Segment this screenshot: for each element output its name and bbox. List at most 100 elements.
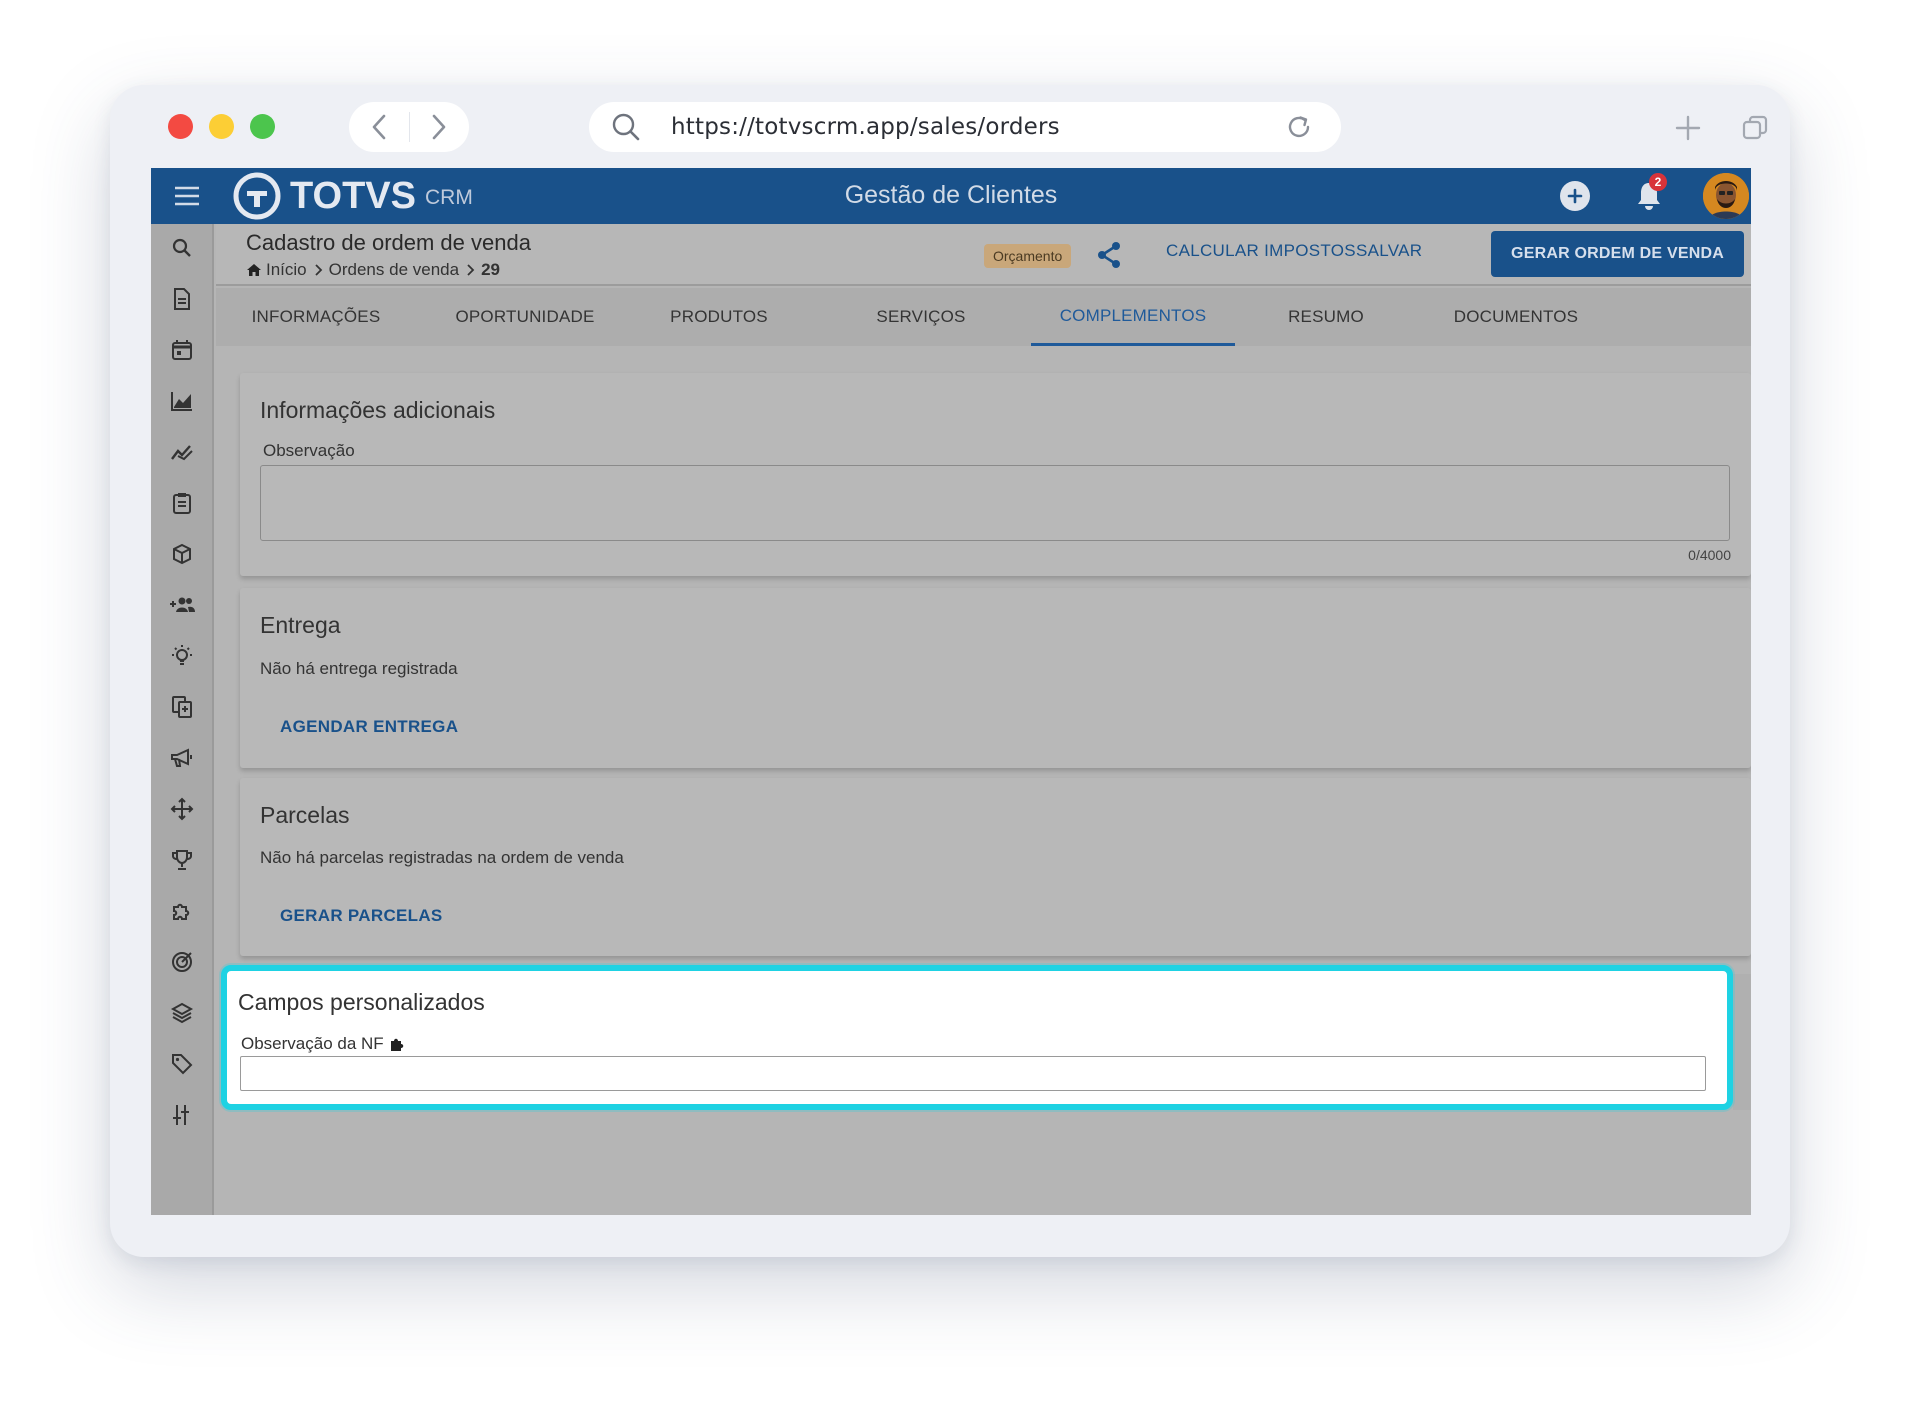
sidebar-settings[interactable] [167,1100,197,1130]
sidebar-analytics[interactable] [167,437,197,467]
brand-sub: CRM [425,186,473,209]
generate-installments-button[interactable]: GERAR PARCELAS [280,906,443,926]
nf-observation-label-text: Observação da NF [241,1034,384,1053]
calculate-taxes-button[interactable]: CALCULAR IMPOSTOS [1166,241,1356,261]
tabs-overview-button[interactable] [1738,111,1772,145]
clipboard-icon [173,493,191,514]
brand-name: TOTVS [290,174,416,217]
chevron-right-icon [467,264,475,276]
share-icon [1098,242,1120,268]
box-icon [173,543,191,565]
new-tab-button[interactable] [1671,111,1705,145]
delivery-title: Entrega [260,612,341,638]
forward-button[interactable] [410,102,470,152]
address-bar[interactable]: https://totvscrm.app/sales/orders [589,102,1341,152]
nf-observation-label: Observação da NF [241,1034,405,1054]
custom-fields-card: Campos personalizados Observação da NF [221,965,1733,1110]
hamburger-icon [175,186,199,206]
installments-title: Parcelas [260,802,350,828]
calendar-icon [172,340,192,360]
sidebar-contacts[interactable] [167,590,197,620]
page-title: Cadastro de ordem de venda [246,230,531,255]
settings-sliders-icon [173,1105,189,1125]
sidebar-ideas[interactable] [167,641,197,671]
sidebar-layers[interactable] [167,998,197,1028]
sidebar-targets[interactable] [167,947,197,977]
save-button[interactable]: SALVAR [1356,241,1422,261]
target-icon [172,952,192,972]
tab-produtos[interactable]: PRODUTOS [649,288,789,346]
custom-fields-card-edge [1733,974,1751,1110]
app-topbar: TOTVS CRM Gestão de Clientes 2 [151,168,1751,224]
reload-icon[interactable] [1285,113,1315,141]
add-group-icon [170,597,195,612]
sidebar-products[interactable] [167,539,197,569]
menu-button[interactable] [168,177,206,215]
share-button[interactable] [1094,240,1124,270]
copy-icon [172,696,192,718]
notifications-button[interactable]: 2 [1632,173,1667,213]
additional-info-title: Informações adicionais [260,397,496,423]
tab-informacoes[interactable]: INFORMAÇÕES [216,288,416,346]
breadcrumb-home[interactable]: Início [266,260,307,280]
sidebar [151,224,214,1215]
url-text: https://totvscrm.app/sales/orders [671,114,1060,140]
megaphone-icon [171,748,192,767]
chevron-right-icon [432,114,446,140]
installments-card: Parcelas Não há parcelas registradas na … [240,778,1751,956]
chevron-left-icon [372,114,386,140]
maximize-window-button[interactable] [250,114,275,139]
area-chart-icon [171,392,192,411]
search-icon [611,112,651,142]
tab-resumo[interactable]: RESUMO [1256,288,1396,346]
nf-observation-input[interactable] [240,1056,1706,1091]
minimize-window-button[interactable] [209,114,234,139]
tag-icon [172,1054,193,1075]
sidebar-tags[interactable] [167,1049,197,1079]
tabs-icon [1742,115,1768,140]
plus-icon [1567,188,1583,204]
trend-icon [171,445,193,461]
app-viewport: TOTVS CRM Gestão de Clientes 2 Cadastro … [151,168,1751,1215]
layers-icon [170,1002,194,1024]
sidebar-search[interactable] [167,233,197,263]
sidebar-calendar[interactable] [167,335,197,365]
history-nav [349,102,469,152]
back-button[interactable] [349,102,409,152]
document-icon [174,288,190,310]
custom-fields-title: Campos personalizados [238,989,485,1015]
tab-servicos[interactable]: SERVIÇOS [851,288,991,346]
puzzle-icon [390,1038,403,1051]
observation-textarea[interactable] [260,465,1730,541]
generate-order-button[interactable]: GERAR ORDEM DE VENDA [1491,231,1744,277]
breadcrumb-current: 29 [481,260,500,279]
avatar[interactable] [1703,173,1749,219]
observation-counter: 0/4000 [1688,547,1731,563]
sidebar-campaigns[interactable] [167,743,197,773]
sidebar-tasks[interactable] [167,488,197,518]
chevron-right-icon [315,264,322,276]
sidebar-reports[interactable] [167,386,197,416]
move-icon [170,797,194,821]
sidebar-integrations[interactable] [167,896,197,926]
delivery-card: Entrega Não há entrega registrada AGENDA… [240,588,1751,768]
app-logo[interactable]: TOTVS CRM [233,172,473,220]
notification-badge: 2 [1649,173,1667,191]
sidebar-documents[interactable] [167,284,197,314]
tab-oportunidade[interactable]: OPORTUNIDADE [431,288,619,346]
tab-documentos[interactable]: DOCUMENTOS [1431,288,1601,346]
tab-bar: INFORMAÇÕES OPORTUNIDADE PRODUTOS SERVIÇ… [216,288,1751,346]
status-badge: Orçamento [984,244,1072,268]
search-icon [172,238,191,257]
sidebar-duplicates[interactable] [167,692,197,722]
tab-complementos[interactable]: COMPLEMENTOS [1031,288,1235,346]
close-window-button[interactable] [168,114,193,139]
schedule-delivery-button[interactable]: AGENDAR ENTREGA [280,717,458,737]
sidebar-goals[interactable] [167,845,197,875]
sidebar-flows[interactable] [167,794,197,824]
breadcrumb-orders[interactable]: Ordens de venda [329,260,459,280]
puzzle-icon [173,903,190,920]
add-button[interactable] [1560,181,1590,211]
plus-icon [1675,115,1701,141]
home-icon [247,264,261,276]
